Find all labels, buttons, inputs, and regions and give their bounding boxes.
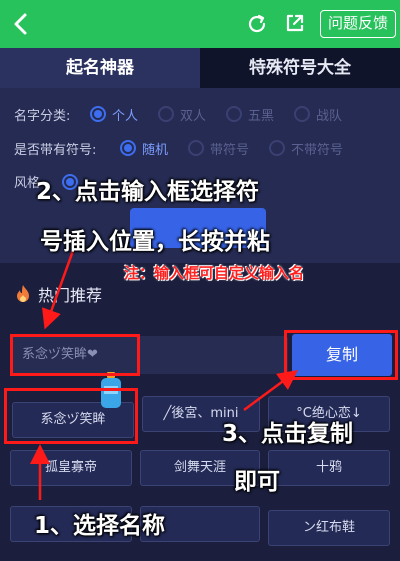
highlight-name-box: [4, 388, 138, 444]
annotation-step2-line1: 2、点击输入框选择符: [36, 179, 260, 205]
name-option[interactable]: 孤皇寡帝: [10, 450, 132, 486]
radio-symbol-random[interactable]: 随机: [120, 139, 168, 158]
radio-symbol-with[interactable]: 带符号: [188, 139, 249, 158]
chevron-left-icon[interactable]: [8, 9, 36, 39]
radio-dot: [90, 106, 106, 122]
name-option[interactable]: ン红布鞋: [268, 510, 390, 546]
share-icon[interactable]: [284, 12, 306, 34]
tab-bar: 起名神器 特殊符号大全: [0, 48, 400, 88]
radio-dot: [120, 140, 136, 156]
tab-name-generator[interactable]: 起名神器: [0, 48, 200, 88]
category-row: 名字分类: 个人 双人 五黑 战队: [14, 102, 362, 126]
refresh-icon[interactable]: [246, 13, 268, 35]
radio-symbol-without[interactable]: 不带符号: [269, 139, 343, 158]
radio-dot: [226, 106, 243, 122]
feedback-button[interactable]: 问题反馈: [320, 10, 396, 38]
radio-dot: [294, 106, 311, 122]
highlight-copy-box: [284, 330, 398, 380]
annotation-note: 注：输入框可自定义输入名: [124, 264, 305, 282]
annotation-step3-line1: 3、点击复制: [222, 421, 354, 447]
category-label: 名字分类:: [14, 108, 71, 124]
radio-category-five[interactable]: 五黑: [226, 105, 274, 124]
top-bar: 问题反馈: [0, 0, 400, 48]
annotation-step1: 1、选择名称: [34, 513, 166, 539]
annotation-step3-line2: 即可: [234, 469, 280, 495]
radio-dot: [269, 140, 286, 156]
radio-dot: [158, 106, 175, 122]
symbol-row: 是否带有符号: 随机 带符号 不带符号: [14, 136, 363, 160]
radio-category-team[interactable]: 战队: [294, 105, 342, 124]
symbol-label: 是否带有符号:: [14, 142, 97, 158]
name-option[interactable]: 十鸦: [268, 450, 390, 486]
flame-icon: [17, 285, 29, 302]
radio-category-personal[interactable]: 个人: [90, 105, 138, 124]
hot-title-text: 热门推荐: [38, 286, 103, 305]
annotation-step2-line2: 号插入位置，长按并粘: [40, 229, 270, 255]
radio-dot: [188, 140, 205, 156]
highlight-input-box: [10, 334, 140, 376]
radio-category-duo[interactable]: 双人: [158, 105, 206, 124]
tab-special-symbols[interactable]: 特殊符号大全: [200, 48, 400, 88]
hot-title: 热门推荐: [14, 282, 102, 306]
